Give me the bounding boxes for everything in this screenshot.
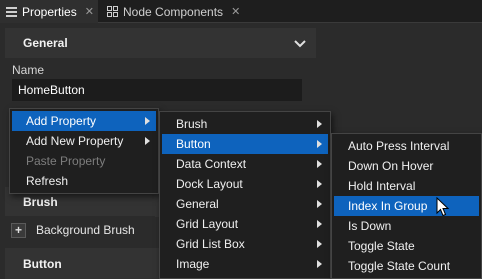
chevron-right-icon [317, 160, 322, 168]
add-icon[interactable]: + [11, 222, 26, 238]
property-item-label: Toggle State [348, 239, 415, 253]
submenu-item-label: Data Context [176, 157, 247, 171]
property-item-index-in-group[interactable]: Index In Group [334, 196, 479, 216]
property-item-label: Toggle State Count [348, 259, 451, 273]
submenu-item-label: Button [176, 137, 211, 151]
section-button-title: Button [23, 256, 62, 271]
submenu-item-button[interactable]: Button [162, 134, 328, 154]
submenu-item-data-context[interactable]: Data Context [162, 154, 328, 174]
submenu-item-general[interactable]: General [162, 194, 328, 214]
category-submenu: Brush Button Data Context Dock Layout Ge… [159, 111, 331, 279]
tab-strip: Properties ✕ Node Components ✕ [0, 0, 482, 23]
chevron-right-icon [317, 120, 322, 128]
chevron-right-icon [317, 140, 322, 148]
background-brush-row: + Background Brush [5, 216, 155, 244]
chevron-right-icon [317, 200, 322, 208]
submenu-item-label: Brush [176, 117, 208, 131]
submenu-item-label: Dock Layout [176, 177, 243, 191]
name-label: Name [12, 63, 45, 77]
submenu-item-dock-layout[interactable]: Dock Layout [162, 174, 328, 194]
property-item-toggle-state[interactable]: Toggle State [334, 236, 479, 256]
section-general[interactable]: General [5, 28, 316, 58]
property-item-label: Down On Hover [348, 159, 434, 173]
components-icon [106, 6, 118, 18]
menu-item-label: Refresh [26, 174, 69, 188]
background-brush-label: Background Brush [36, 223, 135, 237]
section-button[interactable]: Button [5, 248, 160, 279]
submenu-item-brush[interactable]: Brush [162, 114, 328, 134]
chevron-right-icon [317, 240, 322, 248]
tab-properties[interactable]: Properties ✕ [0, 0, 98, 23]
button-properties-submenu: Auto Press Interval Down On Hover Hold I… [331, 133, 482, 279]
property-item-down-on-hover[interactable]: Down On Hover [334, 156, 479, 176]
menu-item-paste-property: Paste Property [12, 151, 156, 171]
property-item-label: Is Down [348, 219, 392, 233]
submenu-item-label: General [176, 197, 219, 211]
property-item-label: Hold Interval [348, 179, 416, 193]
menu-item-label: Add Property [26, 114, 97, 128]
submenu-item-label: Grid List Box [176, 237, 245, 251]
chevron-right-icon [145, 117, 150, 125]
chevron-right-icon [317, 180, 322, 188]
close-icon[interactable]: ✕ [231, 5, 240, 18]
property-item-auto-press-interval[interactable]: Auto Press Interval [334, 136, 479, 156]
chevron-right-icon [317, 260, 322, 268]
tab-node-components-label: Node Components [123, 4, 224, 19]
menu-item-add-new-property[interactable]: Add New Property [12, 131, 156, 151]
property-item-is-down[interactable]: Is Down [334, 216, 479, 236]
menu-item-refresh[interactable]: Refresh [12, 171, 156, 191]
submenu-item-grid-list-box[interactable]: Grid List Box [162, 234, 328, 254]
name-field[interactable]: HomeButton [12, 79, 302, 101]
close-icon[interactable]: ✕ [85, 5, 94, 18]
property-item-label: Auto Press Interval [348, 139, 450, 153]
property-item-toggle-state-count[interactable]: Toggle State Count [334, 256, 479, 276]
tab-properties-label: Properties [22, 4, 77, 19]
chevron-down-icon[interactable] [294, 37, 306, 51]
submenu-item-label: Grid Layout [176, 217, 239, 231]
chevron-right-icon [145, 137, 150, 145]
properties-icon [6, 6, 17, 18]
submenu-item-image[interactable]: Image [162, 254, 328, 274]
menu-item-label: Add New Property [26, 134, 124, 148]
mouse-cursor-icon [436, 196, 450, 220]
menu-item-add-property[interactable]: Add Property [12, 111, 156, 131]
property-item-hold-interval[interactable]: Hold Interval [334, 176, 479, 196]
tab-node-components[interactable]: Node Components ✕ [100, 0, 246, 23]
section-general-title: General [23, 36, 68, 50]
menu-item-label: Paste Property [26, 154, 106, 168]
context-menu: Add Property Add New Property Paste Prop… [9, 108, 159, 194]
chevron-right-icon [317, 220, 322, 228]
submenu-item-label: Image [176, 257, 210, 271]
section-brush-title: Brush [23, 195, 58, 209]
submenu-item-grid-layout[interactable]: Grid Layout [162, 214, 328, 234]
property-item-label: Index In Group [348, 199, 428, 213]
